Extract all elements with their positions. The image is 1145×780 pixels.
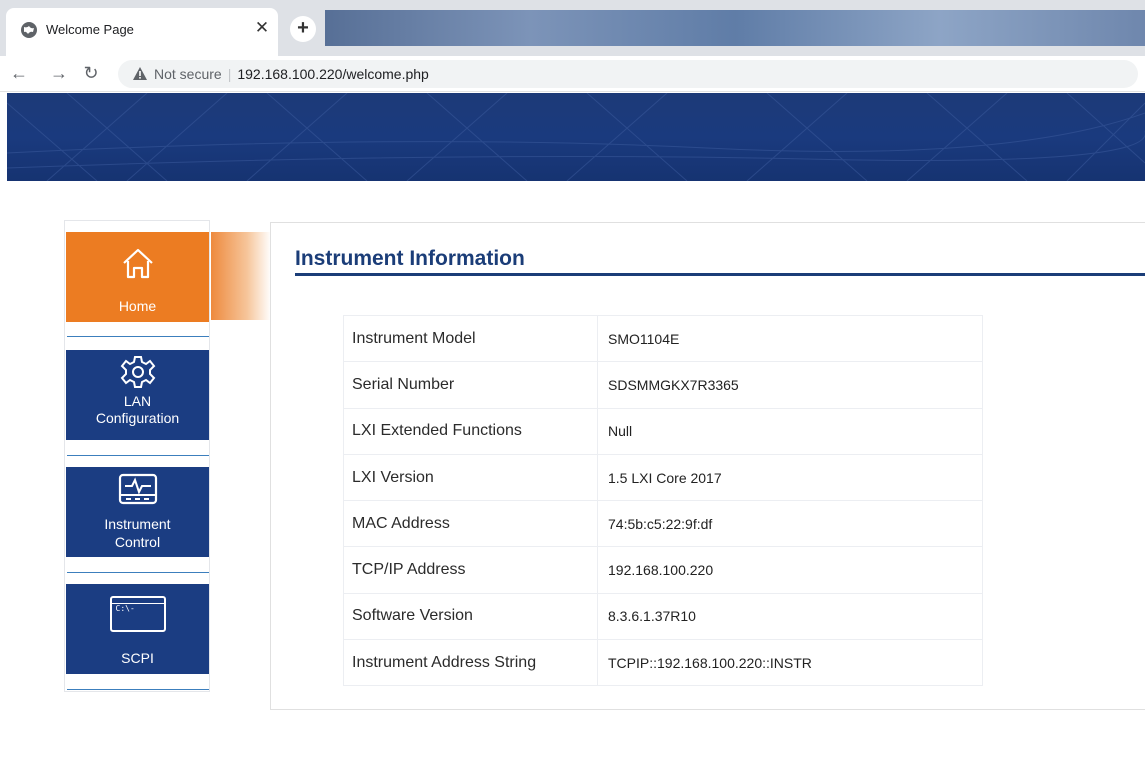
close-tab-icon[interactable]: ✕ xyxy=(252,18,272,38)
row-key: LXI Version xyxy=(343,453,598,502)
row-value: 8.3.6.1.37R10 xyxy=(597,592,983,641)
row-value: SMO1104E xyxy=(597,314,983,363)
sidebar-item-label: SCPI xyxy=(121,650,154,666)
table-row: Software Version 8.3.6.1.37R10 xyxy=(343,592,983,641)
banner-pattern xyxy=(7,93,1145,181)
content-panel: Instrument Information Instrument Model … xyxy=(270,222,1145,710)
sidebar-item-instrument-control[interactable]: Instrument Control xyxy=(66,467,209,557)
row-key: Serial Number xyxy=(343,361,598,409)
table-row: Serial Number SDSMMGKX7R3365 xyxy=(343,361,983,409)
sidebar-item-scpi[interactable]: C:\- SCPI xyxy=(66,584,209,674)
sidebar-divider xyxy=(67,572,209,573)
title-underline xyxy=(295,273,1145,276)
row-key: TCP/IP Address xyxy=(343,546,598,594)
table-row: TCP/IP Address 192.168.100.220 xyxy=(343,546,983,594)
page-title: Instrument Information xyxy=(295,247,525,270)
row-key: Instrument Address String xyxy=(343,639,598,687)
table-row: Instrument Address String TCPIP::192.168… xyxy=(343,639,983,687)
gear-icon xyxy=(120,356,155,388)
home-icon xyxy=(122,248,153,279)
monitor-pulse-icon xyxy=(118,473,157,505)
header-banner xyxy=(7,93,1145,181)
url-field[interactable]: Not secure | 192.168.100.220/welcome.php xyxy=(118,60,1138,88)
back-arrow-icon[interactable]: ← xyxy=(8,62,30,84)
row-value: 1.5 LXI Core 2017 xyxy=(597,453,983,502)
sidebar-item-label-line1: LAN xyxy=(123,393,152,409)
table-row: MAC Address 74:5b:c5:22:9f:df xyxy=(343,500,983,548)
forward-arrow-icon[interactable]: → xyxy=(48,62,70,84)
sidebar-divider xyxy=(67,336,209,337)
browser-tab-bar: Welcome Page ✕ + xyxy=(0,0,1145,56)
sidebar-divider xyxy=(67,455,209,456)
row-value: Null xyxy=(597,407,983,455)
url-separator: | xyxy=(227,66,232,82)
address-bar: ← → ↻ Not secure | 192.168.100.220/welcome… xyxy=(0,56,1145,92)
instrument-info-table: Instrument Model SMO1104E Serial Number … xyxy=(343,314,983,687)
sidebar-item-label-line2: Configuration xyxy=(95,410,180,426)
sidebar-item-home[interactable]: Home xyxy=(66,232,209,322)
table-row: Instrument Model SMO1104E xyxy=(343,314,983,363)
tab-strip-background xyxy=(325,10,1145,46)
tab-title: Welcome Page xyxy=(46,22,134,37)
sidebar: Home LAN Configuration Instrument Contro… xyxy=(64,220,210,692)
row-key: MAC Address xyxy=(343,500,598,548)
active-item-indicator xyxy=(211,232,271,320)
globe-icon xyxy=(21,22,37,38)
row-value: 74:5b:c5:22:9f:df xyxy=(597,500,983,548)
sidebar-divider xyxy=(67,689,209,690)
table-row: LXI Extended Functions Null xyxy=(343,407,983,455)
table-row: LXI Version 1.5 LXI Core 2017 xyxy=(343,453,983,502)
terminal-icon: C:\- xyxy=(109,596,166,632)
warning-icon xyxy=(133,67,147,80)
security-label[interactable]: Not secure xyxy=(154,66,222,82)
browser-tab[interactable]: Welcome Page ✕ xyxy=(6,8,278,56)
sidebar-item-label-line1: Instrument xyxy=(104,516,171,532)
row-key: Instrument Model xyxy=(343,314,598,363)
reload-icon[interactable]: ↻ xyxy=(80,62,102,84)
row-key: Software Version xyxy=(343,592,598,641)
url-text: 192.168.100.220/welcome.php xyxy=(237,66,429,82)
row-value: TCPIP::192.168.100.220::INSTR xyxy=(597,639,983,687)
row-value: SDSMMGKX7R3365 xyxy=(597,361,983,409)
row-key: LXI Extended Functions xyxy=(343,407,598,455)
row-value: 192.168.100.220 xyxy=(597,546,983,594)
sidebar-item-label-line2: Control xyxy=(114,534,161,550)
new-tab-button[interactable]: + xyxy=(290,16,316,42)
terminal-prompt-text: C:\- xyxy=(115,604,135,613)
sidebar-item-lan-configuration[interactable]: LAN Configuration xyxy=(66,350,209,440)
sidebar-item-label: Home xyxy=(118,298,157,314)
